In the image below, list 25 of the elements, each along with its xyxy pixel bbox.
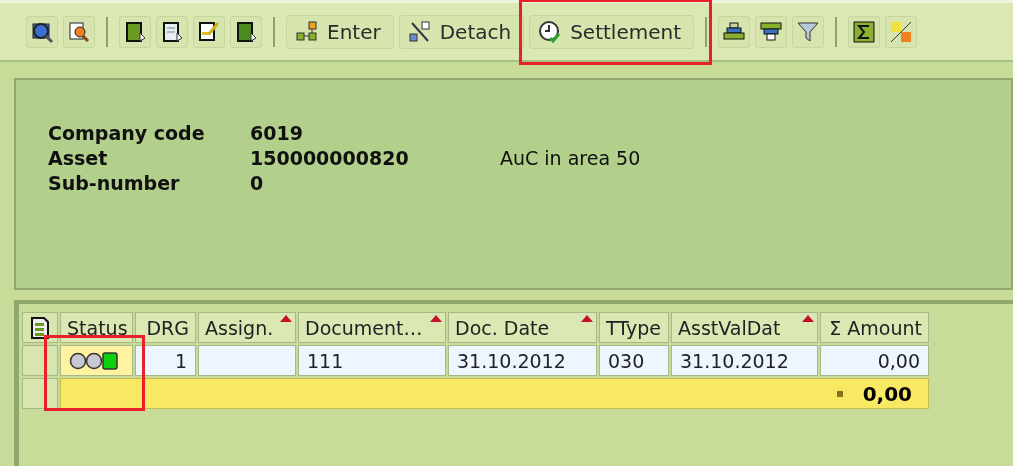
field-value: 0	[250, 172, 265, 196]
field-label: Company code	[48, 122, 206, 146]
field-label: Sub-number	[48, 172, 181, 196]
table-cell: 0,00	[820, 345, 929, 376]
toolbar-button[interactable]: Detach	[398, 14, 525, 49]
toolbar-button[interactable]: Enter	[286, 14, 394, 49]
column-header[interactable]: Status	[60, 312, 133, 343]
table-cell: 31.10.2012	[671, 345, 818, 376]
field-label: Asset	[48, 147, 109, 171]
field-value: 6019	[250, 122, 304, 146]
table-cell: 111	[298, 345, 446, 376]
field-value: 150000000820	[250, 147, 410, 171]
toolbar-button[interactable]: Settlement	[529, 14, 695, 49]
total-amount: 0,00	[862, 381, 912, 406]
column-header[interactable]: Σ Amount	[820, 312, 929, 343]
table-cell: 31.10.2012	[448, 345, 597, 376]
column-header[interactable]: AsstValDat	[671, 312, 818, 343]
table-cell: 1	[135, 345, 196, 376]
column-header[interactable]: Document…	[298, 312, 446, 343]
column-header[interactable]: Assign.	[198, 312, 296, 343]
column-header[interactable]: DRG	[135, 312, 196, 343]
column-header[interactable]: Doc. Date	[448, 312, 597, 343]
column-header[interactable]: TType	[599, 312, 669, 343]
field-note: AuC in area 50	[500, 147, 642, 171]
table-cell: 030	[599, 345, 669, 376]
